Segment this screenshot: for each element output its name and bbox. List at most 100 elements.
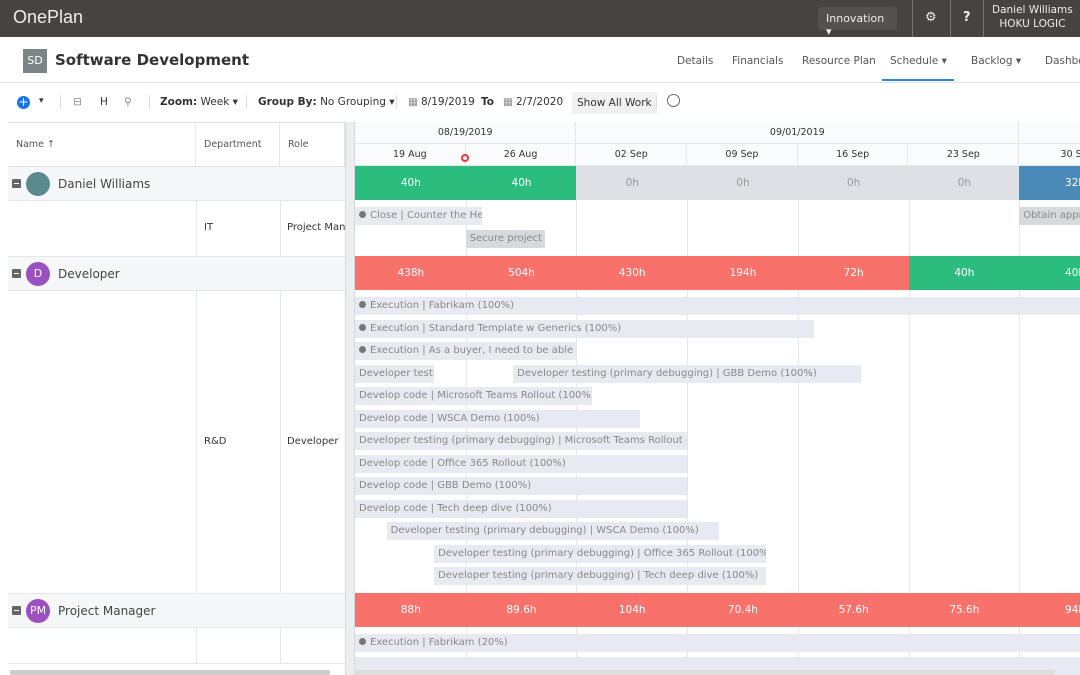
hours-cell[interactable]: 75.6h xyxy=(908,593,1021,627)
user-name: Daniel Williams xyxy=(992,4,1073,16)
task-bar[interactable]: Develop code | Office 365 Rollout (100%) xyxy=(355,454,688,473)
tab-financials[interactable]: Financials xyxy=(732,55,783,67)
hours-cell[interactable]: 40h xyxy=(355,166,467,200)
task-label: Develop code | Microsoft Teams Rollout (… xyxy=(359,390,593,401)
column-header-role[interactable]: Role xyxy=(280,123,345,167)
hours-cell[interactable]: 88h xyxy=(355,593,467,627)
hours-cell[interactable]: 89.6h xyxy=(465,593,578,627)
task-label: Developer testing xyxy=(359,367,434,379)
task-bar[interactable]: Develop code | Microsoft Teams Rollout (… xyxy=(355,387,593,405)
status-dot-icon xyxy=(359,211,366,218)
hours-cell[interactable]: 40h xyxy=(465,166,578,200)
collapse-icon[interactable] xyxy=(12,606,21,615)
hours-cell[interactable]: 0h xyxy=(908,166,1021,200)
help-icon[interactable]: ? xyxy=(963,10,971,25)
hours-cell[interactable]: 32h xyxy=(1019,166,1080,200)
column-header-name[interactable]: Name ↑ xyxy=(8,123,196,167)
task-bar[interactable]: Developer testing (primary debugging) | … xyxy=(386,522,719,540)
task-bar[interactable]: Close | Counter the He xyxy=(355,207,482,225)
task-bar[interactable]: Execution | Fabrikam (20%) xyxy=(355,634,1080,652)
hours-cell[interactable]: 194h xyxy=(687,256,799,290)
pane-splitter[interactable] xyxy=(345,122,355,675)
calendar-icon[interactable]: ▦ xyxy=(408,96,418,108)
group-row[interactable]: D Developer xyxy=(8,257,345,291)
top-bar: OnePlan Innovation ▾ ⚙ ? Daniel Williams… xyxy=(0,0,1080,38)
task-label: Develop code | Tech deep dive (100%) xyxy=(359,502,552,514)
avatar: D xyxy=(26,262,50,286)
task-bar[interactable]: Execution | As a buyer, I need to be abl… xyxy=(355,342,577,360)
more-icon[interactable]: ··· xyxy=(222,53,232,64)
hours-cell[interactable]: 504h xyxy=(465,256,578,290)
highlight-button[interactable]: H xyxy=(100,96,108,108)
add-dropdown-caret[interactable]: ▾ xyxy=(39,96,44,106)
task-bar[interactable]: Develop code | GBB Demo (100%) xyxy=(355,477,688,495)
task-bar[interactable]: Execution | Standard Template w Generics… xyxy=(355,319,814,338)
hours-cell[interactable]: 94h xyxy=(1019,593,1080,627)
status-dot-icon xyxy=(359,323,366,331)
task-bar[interactable]: Developer testing xyxy=(355,364,435,383)
week-header: 09 Sep xyxy=(687,144,798,166)
column-divider xyxy=(196,628,197,664)
circle-toggle-icon[interactable] xyxy=(667,94,680,107)
role-cell: Project Mana xyxy=(287,222,345,233)
hours-cell[interactable]: 70.4h xyxy=(687,593,799,627)
timeline-horizontal-scrollbar[interactable] xyxy=(355,670,1055,675)
from-date[interactable]: 8/19/2019 xyxy=(421,96,475,108)
tab-details[interactable]: Details xyxy=(677,55,713,67)
task-label: Developer testing (primary debugging) | … xyxy=(390,525,699,536)
gear-icon[interactable]: ⚙ xyxy=(925,10,937,25)
task-bar[interactable]: Developer testing (primary debugging) | … xyxy=(434,544,767,563)
zoom-value: Week ▾ xyxy=(200,96,238,108)
task-bar[interactable]: Develop code | Tech deep dive (100%) xyxy=(355,499,688,518)
portfolio-label: Innovation xyxy=(826,12,885,25)
hours-cell[interactable]: 72h xyxy=(797,256,910,290)
hours-cell[interactable]: 0h xyxy=(576,166,689,200)
tab-dashboard[interactable]: Dashbo xyxy=(1045,55,1080,67)
task-bar[interactable]: Developer testing (primary debugging) | … xyxy=(434,567,767,585)
task-bar[interactable]: Developer testing (primary debugging) | … xyxy=(513,364,862,383)
zoom-dropdown[interactable]: Zoom: Week ▾ xyxy=(160,96,238,108)
group-row[interactable]: PM Project Manager xyxy=(8,594,345,628)
calendar-icon[interactable]: ▦ xyxy=(503,96,513,108)
task-label: Execution | Fabrikam (20%) xyxy=(370,637,508,648)
column-divider xyxy=(280,291,281,594)
hours-cell[interactable]: 430h xyxy=(576,256,689,290)
collapse-icon[interactable] xyxy=(12,179,21,188)
task-bar[interactable]: Develop code | WSCA Demo (100%) xyxy=(355,409,640,428)
tab-backlog[interactable]: Backlog ▾ xyxy=(971,55,1021,67)
hours-cell[interactable]: 40h xyxy=(1019,256,1080,290)
column-divider xyxy=(280,628,281,664)
hours-cell[interactable]: 0h xyxy=(687,166,799,200)
group-row[interactable]: Daniel Williams xyxy=(8,167,345,201)
group-name: Developer xyxy=(58,267,120,281)
task-bar[interactable]: Obtain appro xyxy=(1019,207,1080,225)
tab-schedule[interactable]: Schedule ▾ xyxy=(882,55,954,81)
hours-cell[interactable]: 40h xyxy=(908,256,1021,290)
collapse-icon[interactable] xyxy=(12,269,21,278)
org-name: HOKU LOGIC xyxy=(999,18,1066,30)
project-avatar: SD xyxy=(23,49,47,73)
department-cell: IT xyxy=(204,222,214,233)
month-header xyxy=(1019,122,1080,144)
task-bar[interactable]: Execution | Fabrikam (100%) xyxy=(355,297,1080,315)
group-by-dropdown[interactable]: Group By: No Grouping ▾ xyxy=(258,96,395,108)
week-header: 26 Aug xyxy=(465,144,577,166)
to-label: To xyxy=(481,96,494,108)
left-horizontal-scrollbar[interactable] xyxy=(10,670,330,675)
assign-resource-icon[interactable]: ⚲ xyxy=(124,96,132,108)
task-bar[interactable]: Developer testing (primary debugging) | … xyxy=(355,432,688,450)
tab-resource-plan[interactable]: Resource Plan xyxy=(802,55,876,67)
hours-cell[interactable]: 104h xyxy=(576,593,689,627)
user-menu[interactable]: Daniel Williams HOKU LOGIC xyxy=(992,3,1073,31)
column-divider xyxy=(280,201,281,257)
hours-cell[interactable]: 438h xyxy=(355,256,467,290)
column-header-department[interactable]: Department xyxy=(196,123,280,167)
task-bar[interactable]: Secure project sp xyxy=(465,229,545,248)
gantt-timeline: 08/19/2019 09/01/2019 19 Aug 26 Aug 02 Sep 09… xyxy=(355,122,1080,675)
hours-cell[interactable]: 0h xyxy=(797,166,910,200)
to-date[interactable]: 2/7/2020 xyxy=(516,96,563,108)
show-all-work-button[interactable]: Show All Work xyxy=(572,92,657,114)
outdent-icon[interactable]: ⊟ xyxy=(73,96,82,108)
hours-cell[interactable]: 57.6h xyxy=(797,593,910,627)
portfolio-dropdown[interactable]: Innovation ▾ xyxy=(818,7,897,38)
